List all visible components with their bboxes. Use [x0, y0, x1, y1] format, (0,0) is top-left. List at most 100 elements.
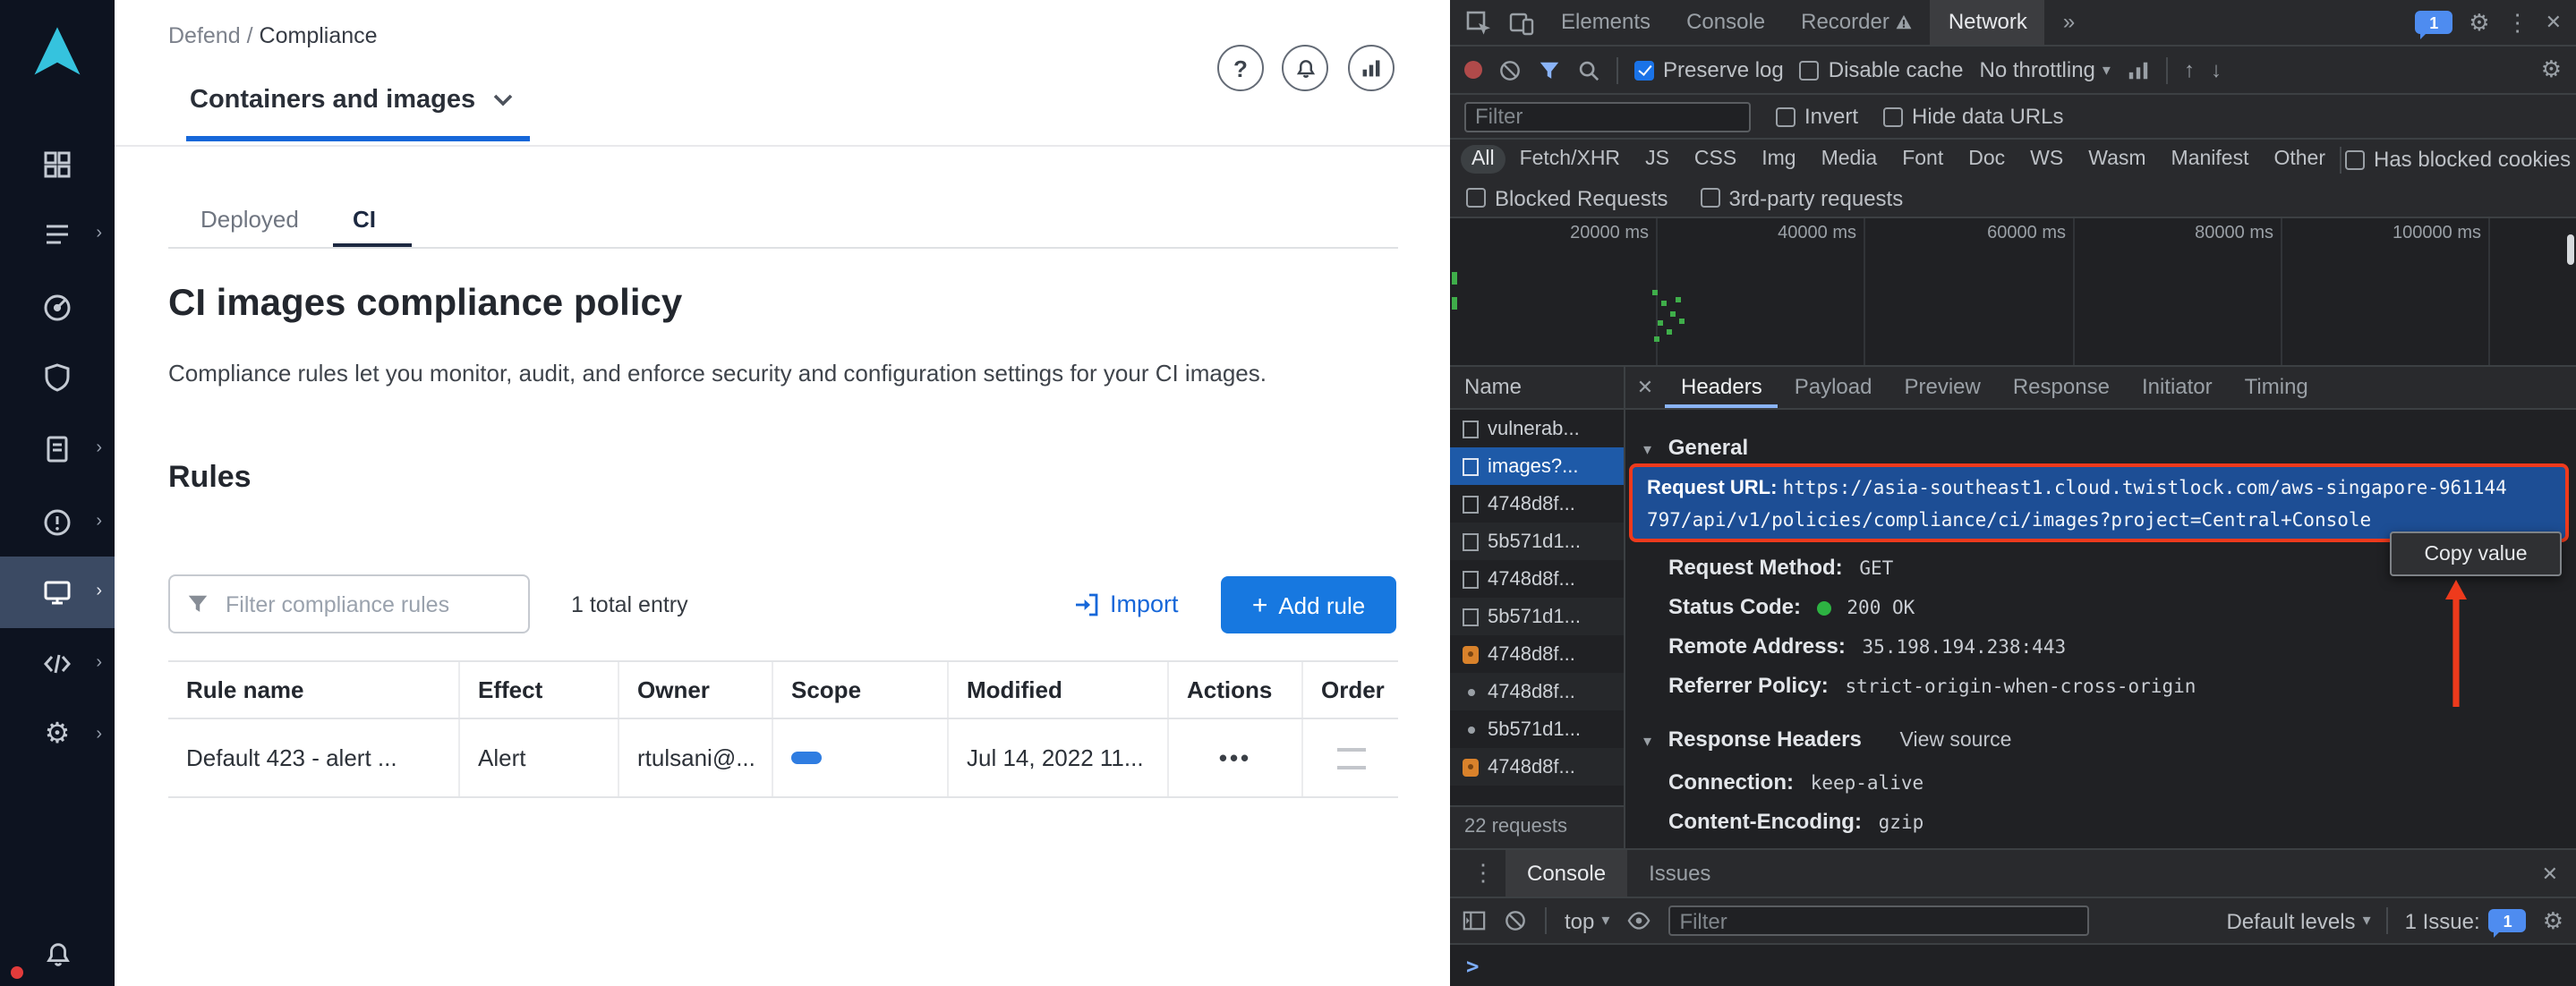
- sidebar-item-settings[interactable]: ⚙ ›: [0, 700, 115, 771]
- import-har-icon[interactable]: ↑: [2184, 57, 2195, 82]
- copy-value-tooltip[interactable]: Copy value: [2390, 531, 2562, 576]
- request-row[interactable]: 4748d8f...: [1450, 673, 1624, 710]
- scope-badge[interactable]: [791, 752, 822, 764]
- table-row[interactable]: Default 423 - alert ... Alert rtulsani@.…: [168, 719, 1398, 798]
- chip-wasm[interactable]: Wasm: [2077, 145, 2156, 174]
- response-headers-section-header[interactable]: ▾ Response Headers View source: [1643, 725, 2011, 753]
- tab-recorder[interactable]: Recorder: [1783, 0, 1931, 45]
- filter-toggle-icon[interactable]: [1538, 58, 1561, 81]
- tab-response[interactable]: Response: [1997, 367, 2126, 408]
- tab-timing[interactable]: Timing: [2229, 367, 2324, 408]
- chip-other[interactable]: Other: [2263, 145, 2336, 174]
- sidebar-item-dashboard[interactable]: [0, 129, 115, 200]
- import-button[interactable]: Import: [1074, 591, 1179, 617]
- clear-console-icon[interactable]: [1504, 909, 1527, 932]
- sidebar-item-defend[interactable]: [0, 342, 115, 413]
- prisma-logo-icon[interactable]: [27, 21, 88, 82]
- more-tabs-button[interactable]: »: [2045, 0, 2093, 45]
- tab-console[interactable]: Console: [1668, 0, 1783, 45]
- breadcrumb-parent[interactable]: Defend: [168, 23, 241, 48]
- tab-initiator[interactable]: Initiator: [2126, 367, 2229, 408]
- network-overview-timeline[interactable]: 20000 ms 40000 ms 60000 ms 80000 ms 1000…: [1450, 218, 2576, 367]
- sidebar-item-radar[interactable]: [0, 272, 115, 344]
- more-options-icon[interactable]: ⋮: [2506, 8, 2529, 37]
- tab-headers[interactable]: Headers: [1665, 367, 1778, 408]
- console-sidebar-icon[interactable]: [1463, 909, 1486, 932]
- chip-media[interactable]: Media: [1811, 145, 1889, 174]
- drag-handle-icon[interactable]: [1336, 747, 1365, 769]
- filter-compliance-rules-input[interactable]: [168, 574, 530, 633]
- third-party-requests-checkbox[interactable]: 3rd-party requests: [1700, 185, 1903, 210]
- add-rule-button[interactable]: + Add rule: [1221, 576, 1396, 633]
- network-filter-input[interactable]: [1464, 101, 1751, 132]
- tab-payload[interactable]: Payload: [1778, 367, 1889, 408]
- blocked-requests-checkbox[interactable]: Blocked Requests: [1466, 185, 1668, 210]
- chip-img[interactable]: Img: [1751, 145, 1806, 174]
- preserve-log-checkbox[interactable]: Preserve log: [1634, 57, 1784, 82]
- hide-data-urls-checkbox[interactable]: Hide data URLs: [1883, 104, 2063, 129]
- sidebar-item-inventory[interactable]: ›: [0, 199, 115, 270]
- record-network-log-button[interactable]: [1464, 61, 1482, 79]
- help-button[interactable]: ?: [1217, 45, 1264, 91]
- request-url-value-line2[interactable]: 797/api/v1/policies/compliance/ci/images…: [1647, 510, 2371, 531]
- console-filter-input[interactable]: [1668, 905, 2089, 936]
- general-section-header[interactable]: ▾ General: [1643, 433, 1748, 462]
- disable-cache-checkbox[interactable]: Disable cache: [1800, 57, 1964, 82]
- drawer-menu-icon[interactable]: ⋮: [1461, 859, 1506, 888]
- chip-manifest[interactable]: Manifest: [2161, 145, 2260, 174]
- device-toolbar-icon[interactable]: [1500, 10, 1543, 35]
- tab-elements[interactable]: Elements: [1543, 0, 1668, 45]
- network-settings-gear-icon[interactable]: ⚙: [2541, 55, 2562, 84]
- invert-checkbox[interactable]: Invert: [1776, 104, 1858, 129]
- sidebar-item-monitor-selected[interactable]: ›: [0, 557, 115, 628]
- tab-deployed[interactable]: Deployed: [200, 206, 299, 233]
- stats-button[interactable]: [1348, 45, 1395, 91]
- name-column-header[interactable]: Name: [1450, 367, 1624, 410]
- console-settings-gear-icon[interactable]: ⚙: [2543, 906, 2563, 935]
- clear-network-log-icon[interactable]: [1498, 58, 1522, 81]
- request-row-selected[interactable]: images?...: [1450, 447, 1624, 485]
- request-row[interactable]: 4748d8f...: [1450, 635, 1624, 673]
- chip-all[interactable]: All: [1461, 145, 1506, 174]
- request-row[interactable]: 4748d8f...: [1450, 560, 1624, 598]
- chip-ws[interactable]: WS: [2019, 145, 2074, 174]
- request-url-row-highlighted[interactable]: Request URL: https://asia-southeast1.clo…: [1629, 463, 2569, 542]
- drawer-tab-console[interactable]: Console: [1506, 850, 1627, 897]
- issues-badge[interactable]: 1: [2415, 11, 2452, 34]
- close-details-icon[interactable]: ✕: [1625, 376, 1665, 399]
- tab-ci[interactable]: CI: [353, 206, 376, 233]
- request-row[interactable]: 4748d8f...: [1450, 748, 1624, 786]
- settings-gear-icon[interactable]: ⚙: [2469, 8, 2489, 37]
- notifications-button[interactable]: [1282, 45, 1328, 91]
- section-selector[interactable]: Containers and images: [190, 86, 513, 115]
- request-row[interactable]: 4748d8f...: [1450, 485, 1624, 523]
- overview-scrollbar-thumb[interactable]: [2567, 234, 2574, 265]
- row-actions-menu[interactable]: •••: [1219, 744, 1251, 771]
- close-devtools-icon[interactable]: ✕: [2546, 11, 2562, 34]
- chip-js[interactable]: JS: [1634, 145, 1680, 174]
- request-url-value-line1[interactable]: https://asia-southeast1.cloud.twistlock.…: [1783, 478, 2507, 499]
- drawer-tab-issues[interactable]: Issues: [1627, 850, 1732, 897]
- chip-doc[interactable]: Doc: [1958, 145, 2016, 174]
- sidebar-item-code[interactable]: ›: [0, 628, 115, 700]
- log-levels-select[interactable]: Default levels ▾: [2226, 908, 2370, 933]
- chip-css[interactable]: CSS: [1684, 145, 1747, 174]
- request-row[interactable]: 5b571d1...: [1450, 598, 1624, 635]
- throttling-select[interactable]: No throttling ▾: [1980, 57, 2111, 82]
- console-prompt[interactable]: >: [1450, 945, 2576, 986]
- inspect-element-icon[interactable]: [1457, 10, 1500, 35]
- request-row[interactable]: 5b571d1...: [1450, 710, 1624, 748]
- cell-rule-name[interactable]: Default 423 - alert ...: [168, 719, 458, 796]
- context-selector[interactable]: top ▾: [1565, 908, 1609, 933]
- search-icon[interactable]: [1577, 58, 1600, 81]
- request-row[interactable]: 5b571d1...: [1450, 523, 1624, 560]
- tab-preview[interactable]: Preview: [1888, 367, 1996, 408]
- has-blocked-cookies-checkbox[interactable]: Has blocked cookies: [2345, 147, 2571, 172]
- eye-icon[interactable]: [1627, 909, 1651, 932]
- chip-fetch-xhr[interactable]: Fetch/XHR: [1509, 145, 1632, 174]
- export-har-icon[interactable]: ↓: [2211, 57, 2222, 82]
- view-source-link[interactable]: View source: [1900, 730, 2012, 752]
- issues-counter[interactable]: 1 Issue: 1: [2405, 908, 2527, 933]
- sidebar-item-compliance-report[interactable]: ›: [0, 413, 115, 485]
- tab-network[interactable]: Network: [1931, 0, 2045, 45]
